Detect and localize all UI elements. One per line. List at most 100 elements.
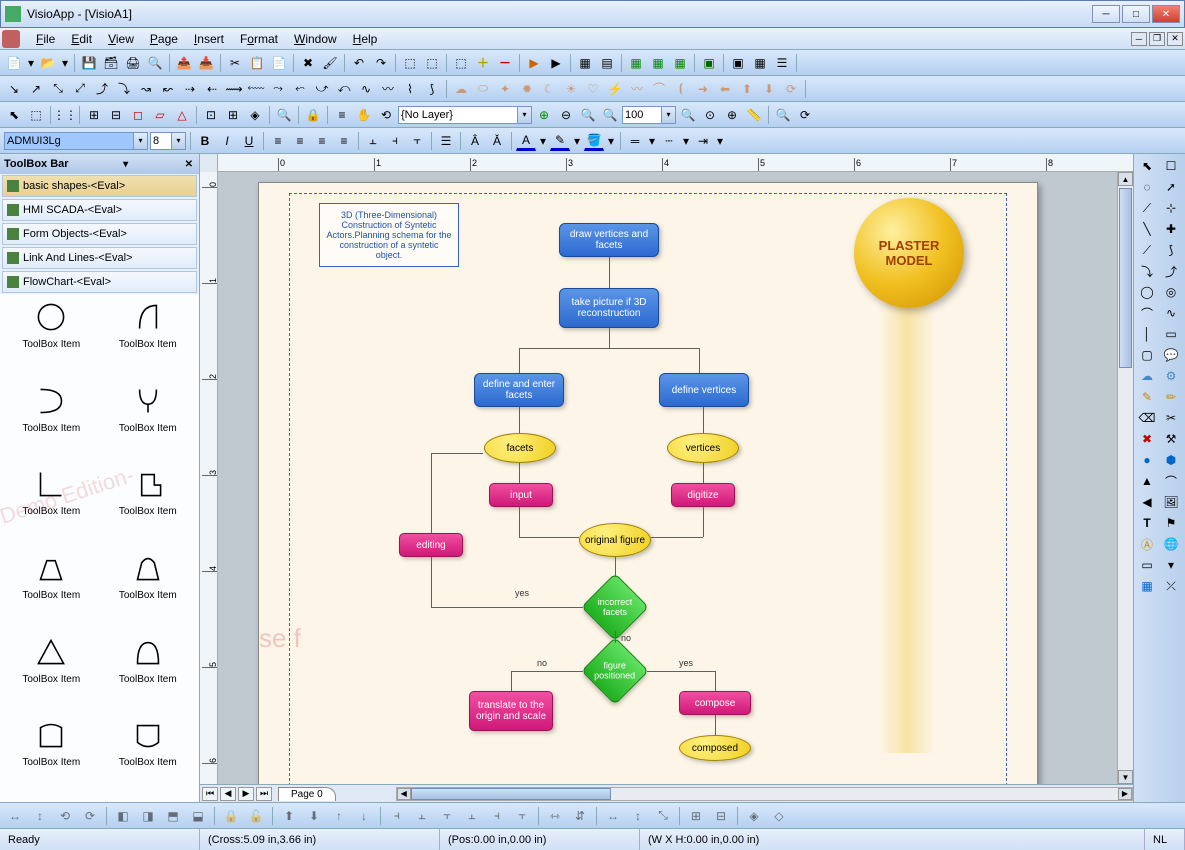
bt-dist-v[interactable]: ⇵ [569, 806, 591, 826]
import-button[interactable]: 📥 [196, 53, 216, 73]
new-button[interactable]: 📄 [4, 53, 24, 73]
new-dropdown[interactable]: ▾ [26, 53, 36, 73]
connector-line[interactable] [715, 715, 716, 735]
last-page-button[interactable]: ⏭ [256, 787, 272, 801]
scroll-down-button[interactable]: ▼ [1118, 770, 1133, 784]
font-color-button[interactable]: A [516, 131, 536, 151]
menu-edit[interactable]: Edit [63, 30, 100, 48]
rp-hex[interactable]: ⬢ [1160, 450, 1182, 470]
rp-flag[interactable]: ⚑ [1160, 513, 1182, 533]
open-dropdown[interactable]: ▾ [60, 53, 70, 73]
bt-align-b[interactable]: ⫟ [511, 806, 533, 826]
bt-ungroup[interactable]: ⊟ [710, 806, 732, 826]
sheet3-button[interactable]: ▦ [670, 53, 690, 73]
layer-combo[interactable] [398, 106, 518, 124]
shape-ellipse[interactable]: ⬭ [473, 79, 493, 99]
node-draw-vertices[interactable]: draw vertices and facets [559, 223, 659, 257]
snap5-button[interactable]: △ [172, 105, 192, 125]
rp-circle-fill[interactable]: ● [1136, 450, 1158, 470]
zoom-tool-button[interactable]: 🔍 [274, 105, 294, 125]
pan-button[interactable]: ✋ [354, 105, 374, 125]
toolbox-item[interactable]: ToolBox Item [101, 382, 196, 464]
bt-8[interactable]: ⬓ [187, 806, 209, 826]
fit-page-button[interactable]: ⊙ [700, 105, 720, 125]
save-button[interactable]: 💾 [79, 53, 99, 73]
zoom-in-button[interactable]: 🔍 [578, 105, 598, 125]
scroll-up-button[interactable]: ▲ [1118, 172, 1133, 186]
dash-style-button[interactable]: ┄ [659, 131, 679, 151]
rp-cross[interactable]: ✚ [1160, 219, 1182, 239]
valign-bot-button[interactable]: ⫟ [407, 131, 427, 151]
menu-window[interactable]: Window [286, 30, 345, 48]
bt-unlock[interactable]: 🔓 [245, 806, 267, 826]
connector-line[interactable] [431, 607, 583, 608]
dash-style-dd[interactable]: ▾ [681, 131, 691, 151]
zoom-region-button[interactable]: 🔍 [773, 105, 793, 125]
toolbox-close-button[interactable]: ✕ [183, 159, 195, 170]
font-grow-button[interactable]: Â [465, 131, 485, 151]
rp-break[interactable]: ⤫ [1160, 576, 1182, 596]
shape-wave[interactable]: 〰 [627, 79, 647, 99]
page-tab[interactable]: Page 0 [278, 787, 336, 801]
align-center-button[interactable]: ≡ [290, 131, 310, 151]
undo-button[interactable]: ↶ [349, 53, 369, 73]
connector-line[interactable] [703, 507, 704, 537]
vertical-ruler[interactable]: 0123456 [200, 172, 218, 784]
next-page-button[interactable]: ▶ [238, 787, 254, 801]
rp-ring[interactable]: ◎ [1160, 282, 1182, 302]
fill-color-dd[interactable]: ▾ [606, 131, 616, 151]
bt-7[interactable]: ⬒ [162, 806, 184, 826]
conn-14[interactable]: ⬿ [290, 79, 310, 99]
rp-connector1[interactable]: ⤵ [1136, 261, 1158, 281]
conn-10[interactable]: ⇠ [202, 79, 222, 99]
bt-same-wh[interactable]: ⤡ [652, 806, 674, 826]
list-button[interactable]: ☰ [436, 131, 456, 151]
connector-line[interactable] [615, 631, 616, 643]
fit-sel-button[interactable]: ⊕ [722, 105, 742, 125]
bt-align-t[interactable]: ⫠ [461, 806, 483, 826]
toolbox-pin-button[interactable]: ▾ [121, 159, 130, 170]
snap4-button[interactable]: ▱ [150, 105, 170, 125]
font-size-dropdown[interactable]: ▾ [172, 132, 186, 150]
toolbox-item[interactable]: ToolBox Item [101, 716, 196, 798]
conn-17[interactable]: ∿ [356, 79, 376, 99]
sidebar-cat-hmi-scada[interactable]: HMI SCADA-<Eval> [2, 199, 197, 221]
connector-line[interactable] [431, 557, 432, 607]
flowchart-legend[interactable]: 3D (Three-Dimensional) Construction of S… [319, 203, 459, 267]
shape-uarrow[interactable]: ⬆ [737, 79, 757, 99]
line-style-dd[interactable]: ▾ [647, 131, 657, 151]
canvas-viewport[interactable]: se f 3D (Three-Dimensional) Construction… [218, 172, 1117, 784]
font-size-combo[interactable] [150, 132, 172, 150]
shape-moon[interactable]: ☾ [539, 79, 559, 99]
conn-8[interactable]: ↜ [158, 79, 178, 99]
node-vertices[interactable]: vertices [667, 433, 739, 463]
toolbox-item[interactable]: ToolBox Item [4, 465, 99, 547]
open-button[interactable]: 📂 [38, 53, 58, 73]
horizontal-ruler[interactable]: 012345678 [218, 154, 1133, 171]
valign-top-button[interactable]: ⫠ [363, 131, 383, 151]
valign-mid-button[interactable]: ⫞ [385, 131, 405, 151]
grid-dots-button[interactable]: ⋮⋮ [55, 105, 75, 125]
connector-line[interactable] [511, 671, 512, 691]
rp-ellipse-dashed[interactable]: ◌ [1136, 177, 1158, 197]
group-button[interactable]: ⬚ [400, 53, 420, 73]
sidebar-cat-form-objects[interactable]: Form Objects-<Eval> [2, 223, 197, 245]
layer-add-button[interactable]: ⊕ [534, 105, 554, 125]
add-button[interactable]: ＋ [473, 53, 493, 73]
conn-1[interactable]: ↘ [4, 79, 24, 99]
bt-same-w[interactable]: ↔ [602, 806, 624, 826]
rp-gear[interactable]: ⚙ [1160, 366, 1182, 386]
connector-line[interactable] [519, 348, 520, 373]
conn-12[interactable]: ⬳ [246, 79, 266, 99]
select-rect-button[interactable]: ⬚ [26, 105, 46, 125]
underline-button[interactable]: U [239, 131, 259, 151]
window-maximize-button[interactable]: □ [1122, 5, 1150, 23]
rp-caret-up[interactable]: ▲ [1136, 471, 1158, 491]
bt-align-r[interactable]: ⫟ [436, 806, 458, 826]
shape-rarrow[interactable]: ➜ [693, 79, 713, 99]
font-name-combo[interactable] [4, 132, 134, 150]
refresh-button[interactable]: ⟳ [795, 105, 815, 125]
hscroll-thumb[interactable] [411, 788, 611, 800]
fit-width-button[interactable]: 🔍 [678, 105, 698, 125]
conn-16[interactable]: ⤺ [334, 79, 354, 99]
